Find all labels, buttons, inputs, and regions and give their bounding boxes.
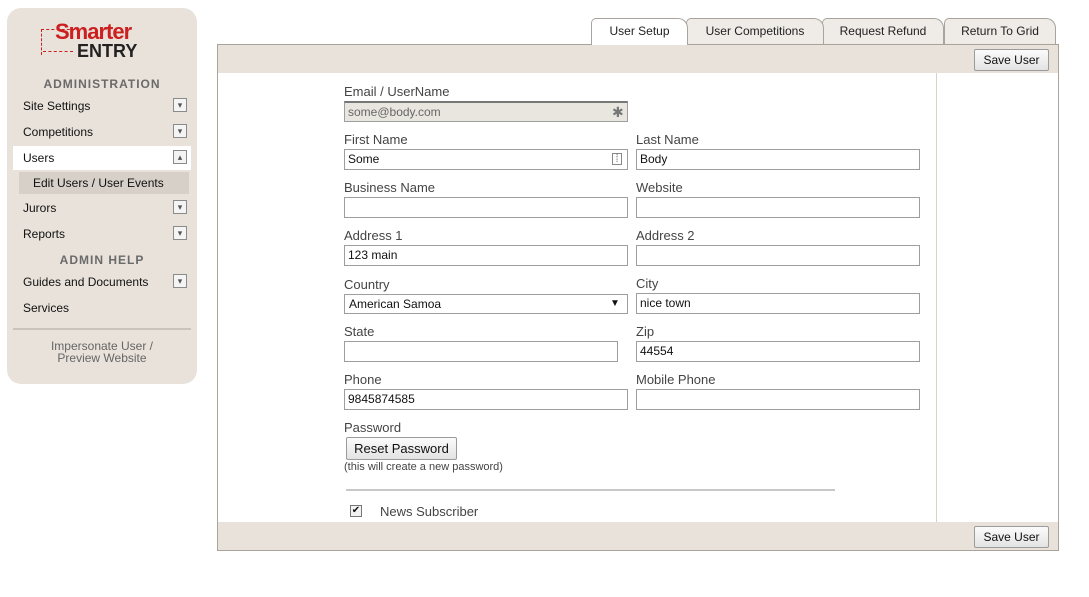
sidebar-item-label: Reports xyxy=(23,227,66,241)
sidebar-divider xyxy=(13,328,191,330)
country-label: Country xyxy=(344,277,390,292)
mobile-phone-label: Mobile Phone xyxy=(636,372,716,387)
address1-field[interactable]: 123 main xyxy=(344,245,628,266)
zip-field[interactable]: 44554 xyxy=(636,341,920,362)
first-name-label: First Name xyxy=(344,132,408,147)
sidebar-item-site-settings[interactable]: Site Settings ▾ xyxy=(13,94,191,118)
sidebar-item-services[interactable]: Services xyxy=(13,296,191,320)
sidebar-item-reports[interactable]: Reports ▾ xyxy=(13,222,191,246)
form-divider xyxy=(346,489,835,491)
sidebar-item-label: Guides and Documents xyxy=(23,275,149,289)
sidebar-item-users[interactable]: Users ▴ xyxy=(13,146,191,170)
smarter-entry-logo[interactable]: Smarter ENTRY xyxy=(41,19,153,69)
dropdown-arrow-icon[interactable]: ▼ xyxy=(610,298,620,309)
sidebar-item-label: Jurors xyxy=(23,201,57,215)
sidebar-item-jurors[interactable]: Jurors ▾ xyxy=(13,196,191,220)
user-setup-panel: Save User Email / UserName some@body.com… xyxy=(217,44,1059,551)
address2-field[interactable] xyxy=(636,245,920,266)
save-user-button-bottom[interactable]: Save User xyxy=(974,526,1049,548)
phone-field[interactable]: 9845874585 xyxy=(344,389,628,410)
password-hint: (this will create a new password) xyxy=(344,461,503,473)
sidebar-subitem-edit-users[interactable]: Edit Users / User Events xyxy=(19,172,189,194)
contact-card-icon[interactable]: ⁞ xyxy=(612,153,622,165)
top-toolbar: Save User xyxy=(218,45,1058,73)
mobile-phone-field[interactable] xyxy=(636,389,920,410)
save-user-button-top[interactable]: Save User xyxy=(974,49,1049,71)
address1-label: Address 1 xyxy=(344,228,403,243)
chevron-down-icon[interactable]: ▾ xyxy=(173,274,187,288)
phone-label: Phone xyxy=(344,372,382,387)
state-label: State xyxy=(344,324,375,339)
sidebar-item-label: Users xyxy=(23,151,55,165)
tab-user-competitions[interactable]: User Competitions xyxy=(686,18,824,44)
chevron-down-icon[interactable]: ▾ xyxy=(173,124,187,138)
logo-text-entry: ENTRY xyxy=(77,41,138,61)
chevron-down-icon[interactable]: ▾ xyxy=(173,98,187,112)
news-subscriber-label: News Subscriber xyxy=(380,504,479,519)
sidebar-item-label: Competitions xyxy=(23,125,94,139)
chevron-down-icon[interactable]: ▾ xyxy=(173,200,187,214)
tab-return-to-grid[interactable]: Return To Grid xyxy=(944,18,1056,44)
state-field[interactable] xyxy=(344,341,618,362)
chevron-up-icon[interactable]: ▴ xyxy=(173,150,187,164)
user-form: Email / UserName some@body.com ✱ First N… xyxy=(337,73,937,522)
tab-request-refund[interactable]: Request Refund xyxy=(822,18,944,44)
business-name-label: Business Name xyxy=(344,180,436,195)
sidebar-item-competitions[interactable]: Competitions ▾ xyxy=(13,120,191,144)
sidebar-item-guides[interactable]: Guides and Documents ▾ xyxy=(13,270,191,294)
last-name-label: Last Name xyxy=(636,132,699,147)
city-field[interactable]: nice town xyxy=(636,293,920,314)
password-label: Password xyxy=(344,420,402,435)
logo-arrow xyxy=(43,51,73,52)
first-name-field[interactable]: Some xyxy=(344,149,628,170)
admin-sidebar: Smarter ENTRY ADMINISTRATION Site Settin… xyxy=(7,8,197,384)
section-title-admin-help: ADMIN HELP xyxy=(59,253,145,267)
zip-label: Zip xyxy=(636,324,655,339)
section-title-administration: ADMINISTRATION xyxy=(43,77,161,91)
bottom-toolbar: Save User xyxy=(218,522,1058,550)
news-subscriber-checkbox[interactable]: ✔ xyxy=(350,505,362,517)
last-name-field[interactable]: Body xyxy=(636,149,920,170)
impersonate-user-link[interactable]: Impersonate User / Preview Website xyxy=(7,340,197,364)
sidebar-item-label: Site Settings xyxy=(23,99,91,113)
business-name-field[interactable] xyxy=(344,197,628,218)
country-select[interactable]: American Samoa xyxy=(344,294,628,314)
city-label: City xyxy=(636,276,659,291)
sidebar-item-label: Services xyxy=(23,301,70,315)
email-field: some@body.com xyxy=(344,101,628,122)
reset-password-button[interactable]: Reset Password xyxy=(346,437,457,460)
chevron-down-icon[interactable]: ▾ xyxy=(173,226,187,240)
website-field[interactable] xyxy=(636,197,920,218)
email-label: Email / UserName xyxy=(344,84,450,99)
tab-user-setup[interactable]: User Setup xyxy=(591,18,688,45)
address2-label: Address 2 xyxy=(636,228,695,243)
website-label: Website xyxy=(636,180,683,195)
asterisk-icon: ✱ xyxy=(612,104,624,120)
impersonate-line-2: Preview Website xyxy=(57,351,147,365)
